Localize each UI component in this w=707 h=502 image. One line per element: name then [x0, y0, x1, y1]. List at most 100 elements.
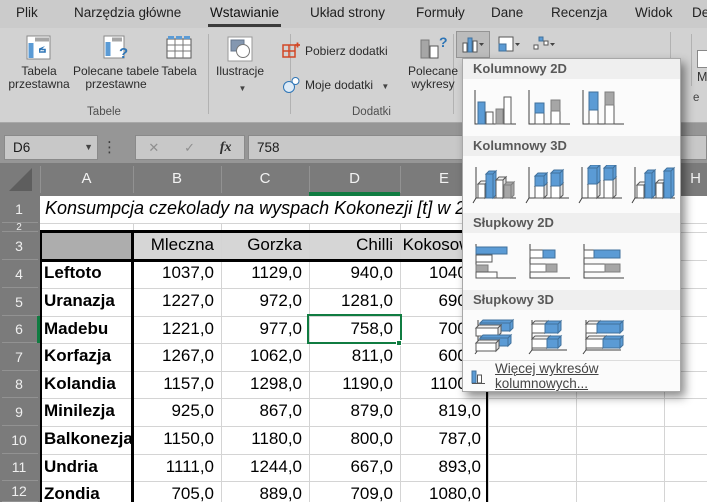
insert-hierarchy-chart-button[interactable] — [493, 32, 525, 57]
chart-thumb-clustered-column-3d[interactable] — [467, 161, 520, 209]
row-header-10[interactable]: 10 — [0, 426, 38, 454]
select-all-button[interactable] — [0, 163, 40, 196]
insert-function-icon[interactable]: fx — [220, 136, 232, 159]
get-addins-button[interactable]: Pobierz dodatki — [282, 40, 388, 62]
table-header-chilli[interactable]: Chilli — [309, 235, 393, 255]
cell-value[interactable]: 889,0 — [221, 484, 302, 502]
chart-thumb-clustered-bar-3d[interactable] — [467, 312, 521, 360]
cell-value[interactable]: 1037,0 — [133, 263, 214, 283]
chart-thumb-stacked100-bar-3d[interactable] — [575, 312, 629, 360]
chart-thumb-clustered-bar[interactable] — [467, 238, 521, 286]
cell-island-name[interactable]: Zondia — [44, 484, 130, 502]
cell-value[interactable]: 940,0 — [309, 263, 393, 283]
cell-island-name[interactable]: Uranazja — [44, 291, 130, 311]
row-header-11[interactable]: 11 — [0, 454, 38, 481]
row-header-3[interactable]: 3 — [0, 232, 38, 260]
more-column-charts-item[interactable]: Więcej wykresów kolumnowych... — [463, 360, 680, 391]
row-header-5[interactable]: 5 — [0, 288, 38, 316]
chart-thumb-stacked100-bar[interactable] — [575, 238, 629, 286]
table-header-gorzka[interactable]: Gorzka — [221, 235, 302, 255]
chart-thumb-clustered-column[interactable] — [467, 84, 521, 132]
cell-value[interactable]: 1129,0 — [221, 263, 302, 283]
cell-value[interactable]: 1062,0 — [221, 346, 302, 366]
column-chart-dropdown-menu: Kolumnowy 2DKolumnowy 3DSłupkowy 2DSłupk… — [462, 58, 681, 392]
cell-island-name[interactable]: Madebu — [44, 319, 130, 339]
my-addins-button[interactable]: Moje dodatki ▼ — [282, 74, 389, 96]
ribbon-tab-widok[interactable]: Widok — [635, 0, 673, 28]
cell-value[interactable]: 1157,0 — [133, 374, 214, 394]
cell-value[interactable]: 893,0 — [400, 457, 481, 477]
cell-value[interactable]: 1281,0 — [309, 291, 393, 311]
chart-thumb-column-3d[interactable] — [627, 161, 680, 209]
ribbon-tab-dane[interactable]: Dane — [491, 0, 523, 28]
ribbon-tab-deweloper[interactable]: Deweloper — [692, 0, 707, 28]
ribbon-tab-układ-strony[interactable]: Układ strony — [310, 0, 385, 28]
recommended-charts-button[interactable]: ? Polecanewykresy — [404, 32, 462, 118]
formula-bar-handle-icon[interactable]: ⋮ — [102, 137, 117, 159]
chart-thumb-stacked-column[interactable] — [521, 84, 575, 132]
column-header-C[interactable]: C — [221, 163, 309, 195]
name-box-dropdown-icon[interactable]: ▼ — [84, 136, 93, 159]
cell-value[interactable]: 972,0 — [221, 291, 302, 311]
selection-fill-handle[interactable] — [396, 340, 402, 346]
ribbon-tab-formuły[interactable]: Formuły — [416, 0, 465, 28]
insert-waterfall-chart-button[interactable] — [528, 32, 560, 57]
ribbon-tab-recenzja[interactable]: Recenzja — [551, 0, 607, 28]
column-header-B[interactable]: B — [133, 163, 221, 195]
cell-value[interactable]: 1267,0 — [133, 346, 214, 366]
cell-value[interactable]: 1227,0 — [133, 291, 214, 311]
cell-value[interactable]: 811,0 — [309, 346, 393, 366]
chart-thumb-stacked100-column-3d[interactable] — [574, 161, 627, 209]
cell-value[interactable]: 879,0 — [309, 401, 393, 421]
cell-value[interactable]: 977,0 — [221, 319, 302, 339]
cell-island-name[interactable]: Minilezja — [44, 401, 130, 421]
cell-value[interactable]: 1244,0 — [221, 457, 302, 477]
row-header-8[interactable]: 8 — [0, 371, 38, 398]
row-header-4[interactable]: 4 — [0, 260, 38, 288]
ribbon-tab-narzędzia-główne[interactable]: Narzędzia główne — [74, 0, 181, 28]
confirm-entry-icon[interactable]: ✓ — [184, 136, 195, 159]
column-header-A[interactable]: A — [40, 163, 133, 195]
cell-value[interactable]: 1150,0 — [133, 429, 214, 449]
cell-value[interactable]: 1190,0 — [309, 374, 393, 394]
row-header-6[interactable]: 6 — [0, 316, 38, 343]
cell-value[interactable]: 819,0 — [400, 401, 481, 421]
name-box[interactable]: D6 ▼ — [4, 135, 98, 160]
cell-value[interactable]: 1298,0 — [221, 374, 302, 394]
cancel-entry-icon[interactable]: ✕ — [148, 136, 159, 159]
corner-header-cell[interactable] — [41, 233, 132, 260]
cell-island-name[interactable]: Balkonezja — [44, 429, 130, 449]
insert-column-chart-button[interactable] — [457, 32, 489, 57]
chart-thumb-stacked-column-3d[interactable] — [520, 161, 573, 209]
row-header-12[interactable]: 12 — [0, 481, 38, 502]
selected-cell-D6[interactable] — [307, 314, 402, 344]
illustrations-button[interactable]: Ilustracje ▼ — [212, 32, 268, 118]
cell-island-name[interactable]: Leftoto — [44, 263, 130, 283]
row-header-1[interactable]: 1 — [0, 196, 38, 223]
column-header-H[interactable]: H — [684, 163, 707, 195]
cell-value[interactable]: 787,0 — [400, 429, 481, 449]
table-header-mleczna[interactable]: Mleczna — [133, 235, 214, 255]
cell-value[interactable]: 667,0 — [309, 457, 393, 477]
cell-value[interactable]: 709,0 — [309, 484, 393, 502]
ribbon-tab-plik[interactable]: Plik — [16, 0, 38, 28]
ribbon-tab-wstawianie[interactable]: Wstawianie — [210, 0, 279, 28]
chart-thumb-stacked-bar-3d[interactable] — [521, 312, 575, 360]
cell-value[interactable]: 925,0 — [133, 401, 214, 421]
cell-island-name[interactable]: Undria — [44, 457, 130, 477]
cell-value[interactable]: 1221,0 — [133, 319, 214, 339]
cell-value[interactable]: 1180,0 — [221, 429, 302, 449]
cell-value[interactable]: 1080,0 — [400, 484, 481, 502]
row-header-9[interactable]: 9 — [0, 398, 38, 426]
cell-island-name[interactable]: Korfazja — [44, 346, 130, 366]
chart-menu-thumbnail-row — [463, 310, 680, 362]
cell-value[interactable]: 705,0 — [133, 484, 214, 502]
chart-thumb-stacked-bar[interactable] — [521, 238, 575, 286]
column-header-D[interactable]: D — [309, 163, 400, 195]
row-header-7[interactable]: 7 — [0, 343, 38, 371]
chart-thumb-stacked100-column[interactable] — [575, 84, 629, 132]
cell-value[interactable]: 1111,0 — [133, 457, 214, 477]
cell-value[interactable]: 867,0 — [221, 401, 302, 421]
cell-island-name[interactable]: Kolandia — [44, 374, 130, 394]
cell-value[interactable]: 800,0 — [309, 429, 393, 449]
